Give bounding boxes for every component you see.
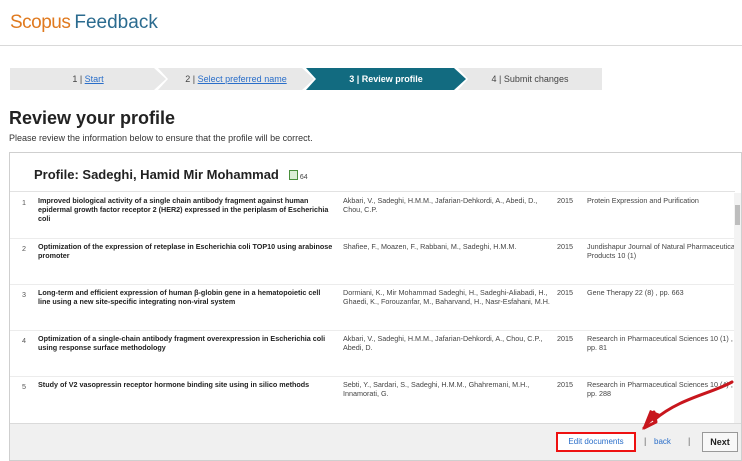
document-title: Long-term and efficient expression of hu… bbox=[38, 288, 321, 306]
step-number: 4 | bbox=[491, 74, 504, 84]
step-label: Submit changes bbox=[503, 74, 569, 84]
document-title: Optimization of the expression of retepl… bbox=[38, 242, 333, 260]
step-number: 3 | bbox=[349, 74, 362, 84]
profile-heading: Profile: Sadeghi, Hamid Mir Mohammad 64 bbox=[34, 167, 308, 184]
document-row[interactable]: 3 Long-term and efficient expression of … bbox=[10, 285, 735, 331]
step-select-preferred-name[interactable]: 2 | Select preferred name bbox=[158, 68, 314, 90]
document-year: 2015 bbox=[557, 242, 573, 251]
logo-sub: Feedback bbox=[74, 12, 158, 33]
separator: | bbox=[644, 436, 647, 446]
document-title: Optimization of a single-chain antibody … bbox=[38, 334, 326, 352]
panel-footer: Edit documents | back | Next bbox=[10, 423, 741, 460]
back-link[interactable]: back bbox=[654, 437, 671, 446]
row-number: 5 bbox=[22, 382, 26, 391]
document-authors: Dormiani, K., Mir Mohammad Sadeghi, H., … bbox=[343, 288, 550, 306]
row-number: 2 bbox=[22, 244, 26, 253]
document-source: Research in Pharmaceutical Sciences 10 (… bbox=[587, 334, 733, 352]
step-submit-changes: 4 | Submit changes bbox=[458, 68, 602, 90]
document-year: 2015 bbox=[557, 334, 573, 343]
document-source: Gene Therapy 22 (8) , pp. 663 bbox=[587, 288, 684, 297]
document-authors: Akbari, V., Sadeghi, H.M.M., Jafarian-De… bbox=[343, 196, 538, 214]
document-year: 2015 bbox=[557, 196, 573, 205]
scopus-logo: Scopus Feedback bbox=[10, 12, 158, 34]
document-authors: Shafiee, F., Moazen, F., Rabbani, M., Sa… bbox=[343, 242, 517, 251]
step-label: Review profile bbox=[361, 74, 423, 84]
document-authors: Sebti, Y., Sardari, S., Sadeghi, H.M.M.,… bbox=[343, 380, 530, 398]
profile-panel: Profile: Sadeghi, Hamid Mir Mohammad 64 1… bbox=[9, 152, 742, 461]
page-title: Review your profile bbox=[9, 108, 176, 128]
step-select-name-link[interactable]: Select preferred name bbox=[198, 74, 287, 84]
document-row[interactable]: 5 Study of V2 vasopressin receptor hormo… bbox=[10, 377, 735, 423]
row-number: 4 bbox=[22, 336, 26, 345]
step-number: 1 | bbox=[72, 74, 85, 84]
divider bbox=[10, 191, 735, 192]
edit-documents-link[interactable]: Edit documents bbox=[556, 432, 636, 452]
logo-brand: Scopus bbox=[10, 12, 71, 33]
document-row[interactable]: 1 Improved biological activity of a sing… bbox=[10, 193, 735, 239]
document-year: 2015 bbox=[557, 288, 573, 297]
document-year: 2015 bbox=[557, 380, 573, 389]
row-number: 1 bbox=[22, 198, 26, 207]
profile-name: Profile: Sadeghi, Hamid Mir Mohammad bbox=[34, 167, 279, 182]
step-review-profile: 3 | Review profile bbox=[306, 68, 466, 90]
document-count: 64 bbox=[299, 174, 308, 181]
document-row[interactable]: 4 Optimization of a single-chain antibod… bbox=[10, 331, 735, 377]
header-divider bbox=[0, 45, 742, 46]
document-title: Improved biological activity of a single… bbox=[38, 196, 329, 223]
next-button[interactable]: Next bbox=[702, 432, 738, 452]
documents-icon bbox=[288, 170, 302, 184]
document-row[interactable]: 2 Optimization of the expression of rete… bbox=[10, 239, 737, 285]
document-title: Study of V2 vasopressin receptor hormone… bbox=[38, 380, 310, 389]
document-source: Protein Expression and Purification bbox=[587, 196, 699, 205]
page-subtitle: Please review the information below to e… bbox=[9, 133, 313, 143]
step-start[interactable]: 1 | Start bbox=[10, 68, 166, 90]
row-number: 3 bbox=[22, 290, 26, 299]
document-list-scrollbar[interactable] bbox=[734, 193, 741, 423]
scrollbar-thumb[interactable] bbox=[735, 205, 740, 225]
document-source: Research in Pharmaceutical Sciences 10 (… bbox=[587, 380, 733, 398]
progress-steps: 1 | Start 2 | Select preferred name 3 | … bbox=[10, 68, 602, 90]
document-source: Jundishapur Journal of Natural Pharmaceu… bbox=[587, 242, 737, 260]
step-start-link[interactable]: Start bbox=[85, 74, 104, 84]
separator: | bbox=[688, 436, 691, 446]
step-number: 2 | bbox=[185, 74, 198, 84]
document-authors: Akbari, V., Sadeghi, H.M.M., Jafarian-De… bbox=[343, 334, 543, 352]
